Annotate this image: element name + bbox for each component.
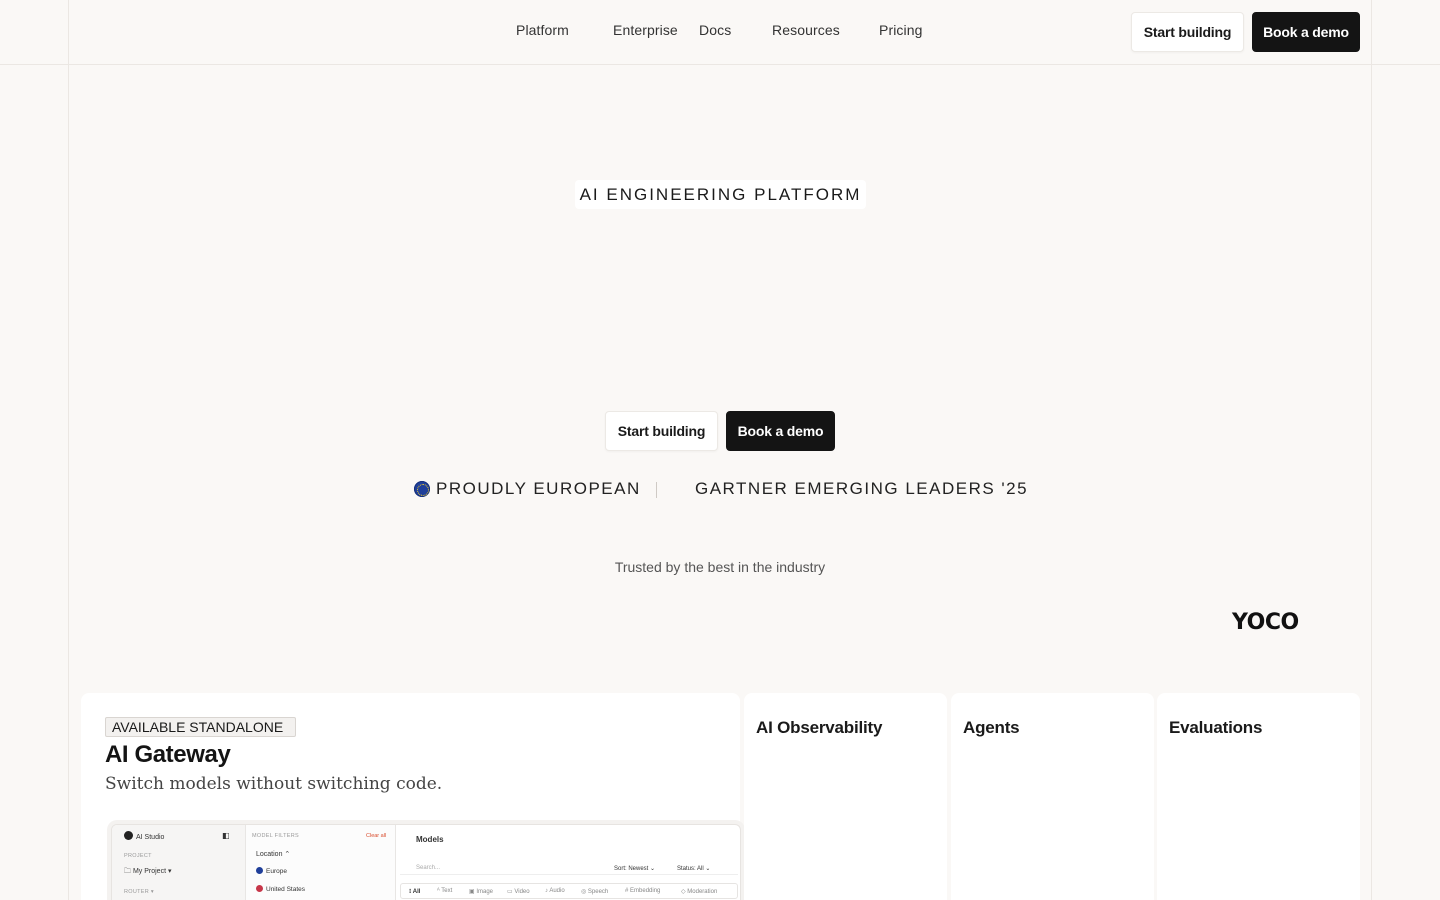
nav-pricing[interactable]: Pricing xyxy=(879,22,923,38)
card-ai-gateway[interactable]: AVAILABLE STANDALONE AI Gateway Switch m… xyxy=(81,693,741,900)
preview-search: Search... Sort: Newest ⌄ Status: All ⌄ xyxy=(400,861,738,875)
frame-line-left xyxy=(68,0,69,900)
caret-down-icon: ▾ xyxy=(167,868,172,875)
sidebar-toggle-icon: ◧ xyxy=(222,831,230,840)
nav-book-demo-button[interactable]: Book a demo xyxy=(1252,12,1360,52)
card-ai-gateway-title: AI Gateway xyxy=(105,741,231,768)
nav-platform[interactable]: Platform xyxy=(516,22,569,38)
badge-gartner-label: GARTNER EMERGING LEADERS '25 xyxy=(695,479,1029,498)
nav-start-building-button[interactable]: Start building xyxy=(1131,12,1244,52)
nav-resources[interactable]: Resources xyxy=(772,22,840,38)
card-ai-observability-title: AI Observability xyxy=(756,718,883,737)
nav-enterprise[interactable]: Enterprise xyxy=(613,22,678,38)
trusted-caption: Trusted by the best in the industry xyxy=(614,559,826,575)
router-label: ROUTER ▾ xyxy=(124,889,154,895)
card-ai-gateway-subtitle: Switch models without switching code. xyxy=(105,774,443,794)
badge-european: PROUDLY EUROPEAN xyxy=(414,478,641,500)
caret-up-icon: ⌃ xyxy=(284,851,291,858)
preview-filters: MODEL FILTERS Clear all Location ⌃ Europ… xyxy=(246,825,396,900)
ai-studio-logo-icon xyxy=(124,831,133,840)
preview-sidebar: AI Studio ◧ PROJECT 🗀 My Project ▾ ROUTE… xyxy=(112,825,246,900)
hero-start-building-button[interactable]: Start building xyxy=(605,411,718,451)
location-filter: Location ⌃ xyxy=(256,851,291,858)
card-evaluations[interactable]: Evaluations xyxy=(1157,693,1360,900)
eu-flag-icon xyxy=(414,481,430,497)
preview-models-panel: Models Search... Sort: Newest ⌄ Status: … xyxy=(396,825,740,900)
project-selector: 🗀 My Project ▾ xyxy=(124,868,172,875)
nav-docs[interactable]: Docs xyxy=(699,22,731,38)
available-standalone-tag: AVAILABLE STANDALONE xyxy=(105,717,296,737)
folder-icon: 🗀 xyxy=(124,868,131,875)
card-agents[interactable]: Agents xyxy=(951,693,1154,900)
hero-eyebrow: AI ENGINEERING PLATFORM xyxy=(575,180,866,209)
card-evaluations-title: Evaluations xyxy=(1169,718,1263,737)
gateway-app-preview: AI Studio ◧ PROJECT 🗀 My Project ▾ ROUTE… xyxy=(111,824,741,900)
badge-european-label: PROUDLY EUROPEAN xyxy=(436,479,641,498)
top-nav: Platform Enterprise Docs Resources Prici… xyxy=(0,0,1440,65)
badge-gartner: GARTNER EMERGING LEADERS '25 xyxy=(695,478,1028,500)
europe-flag-icon xyxy=(256,867,263,874)
badge-divider xyxy=(656,482,657,498)
card-ai-observability[interactable]: AI Observability xyxy=(744,693,947,900)
yoco-logo: YOCO xyxy=(1232,610,1299,635)
card-agents-title: Agents xyxy=(963,718,1020,737)
us-flag-icon xyxy=(256,885,263,892)
frame-line-right xyxy=(1371,0,1372,900)
hero-book-demo-button[interactable]: Book a demo xyxy=(726,411,835,451)
preview-tabs: ⁝ All ᴬ Text ▣ Image ▭ Video ♪ Audio ◎ S… xyxy=(400,883,738,899)
